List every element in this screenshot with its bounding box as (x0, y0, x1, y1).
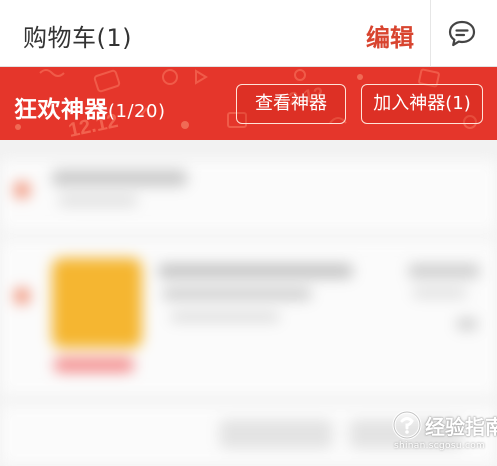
action-button-placeholder (220, 420, 332, 448)
festival-banner: 12.12 12.12 狂欢神器(1/20) 查看神器 加入神器(1) (0, 67, 497, 140)
banner-title: 狂欢神器(1/20) (14, 90, 165, 124)
baidu-jingyan-logo-icon (392, 410, 422, 440)
price-placeholder (408, 264, 480, 278)
view-item-button[interactable]: 查看神器 (236, 84, 346, 124)
banner-count: (1/20) (108, 101, 166, 122)
chat-bubble-icon (448, 20, 476, 47)
product-title-placeholder-2 (162, 288, 312, 300)
shop-sub-placeholder (58, 196, 138, 206)
quantity-placeholder (456, 318, 478, 330)
promo-tag-placeholder (54, 358, 134, 372)
shopping-cart-page: 购物车(1) 编辑 12.12 12.12 狂欢神器(1/20) 查看神器 加入… (0, 0, 497, 466)
product-spec-placeholder (170, 312, 280, 322)
add-item-button[interactable]: 加入神器(1) (361, 84, 483, 124)
message-button[interactable] (446, 18, 478, 50)
shop-select-radio (14, 182, 30, 198)
item-select-radio (14, 288, 30, 304)
watermark-url: shinan.scgosu.com (394, 441, 486, 451)
product-title-placeholder (158, 264, 353, 278)
old-price-placeholder (412, 288, 467, 298)
top-bar: 购物车(1) 编辑 (0, 0, 497, 67)
banner-title-text: 狂欢神器 (14, 97, 108, 123)
watermark: 经验指南 shinan.scgosu.com (392, 408, 497, 460)
watermark-text: 经验指南 (425, 415, 497, 439)
header-divider (430, 0, 431, 66)
shop-name-placeholder (52, 170, 187, 186)
product-image (52, 258, 142, 348)
edit-button[interactable]: 编辑 (366, 18, 414, 53)
page-title: 购物车(1) (23, 24, 132, 52)
